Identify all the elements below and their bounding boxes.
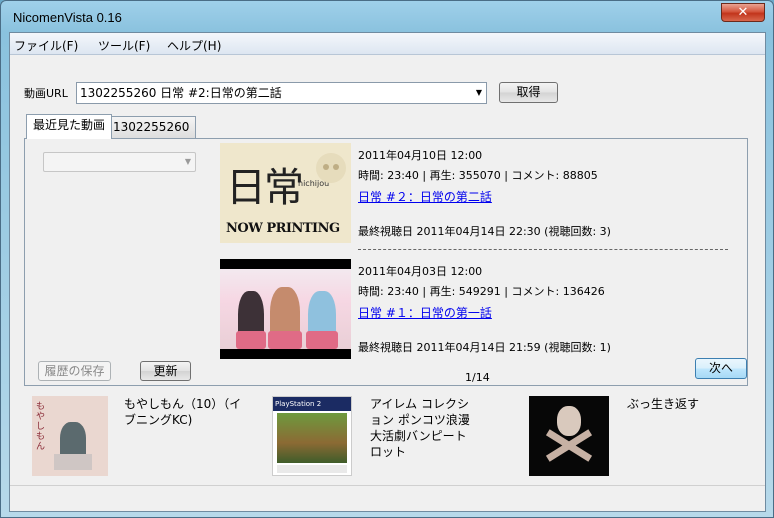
- window-title: NicomenVista 0.16: [13, 10, 122, 25]
- video-stats: 時間: 23:40 | 再生: 355070 | コメント: 88805: [358, 169, 598, 182]
- status-bar: [10, 485, 765, 511]
- url-combobox[interactable]: 1302255260 日常 #2:日常の第二話 ▼: [76, 82, 487, 104]
- cover-title: PlayStation 2: [273, 397, 351, 411]
- fetch-button[interactable]: 取得: [499, 82, 558, 103]
- product-cover-image[interactable]: PlayStation 2: [272, 396, 352, 476]
- refresh-button[interactable]: 更新: [140, 361, 191, 381]
- video-title-link[interactable]: 日常 #１：日常の第一話: [358, 304, 492, 321]
- client-area: ファイル(F) ツール(F) ヘルプ(H) 動画URL 1302255260 日…: [9, 32, 766, 512]
- title-bar[interactable]: NicomenVista 0.16 ✕: [1, 1, 773, 31]
- recent-videos-panel: ▼ 日常 nichijou NOW PRINTING 2011年04月10日 1…: [24, 138, 748, 386]
- history-filter-select[interactable]: ▼: [43, 152, 196, 172]
- anime-scene-image: [220, 269, 351, 349]
- mascot-icon: [316, 153, 346, 183]
- url-value: 1302255260 日常 #2:日常の第二話: [80, 86, 282, 100]
- last-viewed: 最終視聴日 2011年04月14日 22:30 (視聴回数: 3): [358, 225, 611, 238]
- product-cover-image[interactable]: もやしもん: [32, 396, 108, 476]
- video-title-link[interactable]: 日常 #２：日常の第二話: [358, 188, 492, 205]
- menu-file[interactable]: ファイル(F): [14, 37, 78, 54]
- tab-recent-videos[interactable]: 最近見た動画: [26, 114, 113, 139]
- video-thumbnail[interactable]: 日常 nichijou NOW PRINTING: [220, 143, 351, 243]
- close-button[interactable]: ✕: [721, 3, 765, 22]
- video-stats: 時間: 23:40 | 再生: 549291 | コメント: 136426: [358, 285, 605, 298]
- chevron-down-icon: ▼: [184, 157, 191, 166]
- video-date: 2011年04月10日 12:00: [358, 149, 483, 162]
- menu-bar: ファイル(F) ツール(F) ヘルプ(H): [10, 33, 765, 55]
- video-thumbnail[interactable]: [220, 259, 351, 359]
- product-cover-image[interactable]: [529, 396, 609, 476]
- tab-video-1302255260[interactable]: 1302255260: [106, 116, 197, 139]
- cover-title: もやしもん: [36, 402, 46, 452]
- menu-help[interactable]: ヘルプ(H): [167, 37, 221, 54]
- thumbnail-logo: 日常: [226, 165, 304, 211]
- now-printing-label: NOW PRINTING: [226, 221, 340, 236]
- next-page-button[interactable]: 次へ: [695, 358, 747, 379]
- chevron-down-icon[interactable]: ▼: [476, 83, 482, 103]
- product-title[interactable]: アイレム コレクション ポンコツ浪漫大活劇バンピートロット: [370, 396, 478, 460]
- app-window: NicomenVista 0.16 ✕ ファイル(F) ツール(F) ヘルプ(H…: [0, 0, 774, 518]
- save-history-button[interactable]: 履歴の保存: [38, 361, 111, 381]
- url-label: 動画URL: [24, 87, 68, 100]
- video-date: 2011年04月03日 12:00: [358, 265, 483, 278]
- product-title[interactable]: ぶっ生き返す: [627, 396, 727, 412]
- entry-separator: [358, 249, 728, 250]
- page-counter: 1/14: [465, 371, 490, 384]
- last-viewed: 最終視聴日 2011年04月14日 21:59 (視聴回数: 1): [358, 341, 611, 354]
- product-title[interactable]: もやしもん（10）（イブニングKC): [124, 396, 244, 428]
- menu-tools[interactable]: ツール(F): [98, 37, 150, 54]
